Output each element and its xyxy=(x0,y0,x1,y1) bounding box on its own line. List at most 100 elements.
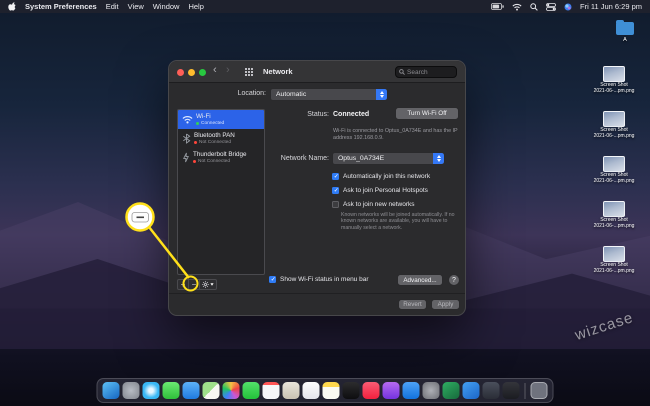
revert-button[interactable]: Revert xyxy=(398,299,427,310)
wifi-service-icon xyxy=(182,116,193,124)
desktop-file[interactable]: Screen Shot 2021-06-...pm.png xyxy=(594,66,634,94)
auto-join-checkbox-row[interactable]: Automatically join this network xyxy=(332,172,430,181)
dock-icon-podcasts[interactable] xyxy=(382,382,400,399)
status-dot-green xyxy=(196,122,199,125)
service-status: Not Connected xyxy=(194,140,235,145)
search-icon[interactable] xyxy=(530,2,538,11)
status-value: Connected xyxy=(333,111,370,118)
search-field-icon xyxy=(399,69,405,75)
status-dot-red xyxy=(194,141,197,144)
dock-icon-mail[interactable] xyxy=(182,382,200,399)
desktop-file[interactable]: Screen Shot 2021-06-...pm.png xyxy=(593,111,635,139)
control-center-icon[interactable] xyxy=(546,2,556,11)
dock-icon-finder[interactable] xyxy=(102,382,120,399)
dock-icon-music[interactable] xyxy=(362,382,380,399)
help-button[interactable]: ? xyxy=(448,274,460,286)
dock-icon-calendar[interactable] xyxy=(262,382,280,399)
screenshot-thumbnail[interactable] xyxy=(602,156,625,172)
minimize-button[interactable] xyxy=(188,68,195,76)
bluetooth-service-icon xyxy=(183,133,191,144)
dock-icon-vscode[interactable] xyxy=(462,382,480,399)
dock-icon-launchpad[interactable] xyxy=(122,382,140,399)
zoom-button[interactable] xyxy=(199,68,206,76)
dock-icon-github[interactable] xyxy=(482,382,500,399)
remove-service-button[interactable]: − xyxy=(189,280,200,289)
back-button[interactable]: ‹ xyxy=(213,64,217,76)
auto-join-checkbox[interactable] xyxy=(332,173,339,180)
search-input[interactable] xyxy=(407,68,451,76)
dropdown-chevrons-icon xyxy=(376,89,387,100)
battery-icon[interactable] xyxy=(491,3,504,10)
network-name-value: Optus_0A734E xyxy=(338,155,385,162)
menu-bar: System Preferences Edit View Window Help… xyxy=(0,0,650,13)
menu-item-system-preferences[interactable]: System Preferences xyxy=(25,2,97,11)
location-label: Location: xyxy=(237,90,266,97)
add-service-button[interactable]: + xyxy=(178,280,189,289)
dock-icon-terminal[interactable] xyxy=(502,382,520,399)
menu-bar-status-label: Show Wi-Fi status in menu bar xyxy=(280,276,369,283)
personal-hotspots-label: Ask to join Personal Hotspots xyxy=(343,187,428,194)
desktop-file[interactable]: Screen Shot 2021-06-...pm.png xyxy=(593,156,635,184)
menu-item-help[interactable]: Help xyxy=(188,2,203,11)
dock-icon-trash[interactable] xyxy=(530,382,548,399)
sidebar-item-wifi[interactable]: Wi-Fi Connected xyxy=(178,110,264,129)
siri-icon[interactable] xyxy=(564,3,572,11)
menu-item-window[interactable]: Window xyxy=(153,2,180,11)
location-dropdown[interactable]: Automatic xyxy=(270,88,388,101)
apple-menu-icon[interactable] xyxy=(8,2,16,11)
dock-icon-tv[interactable] xyxy=(342,382,360,399)
advanced-button[interactable]: Advanced... xyxy=(397,274,443,286)
menu-item-view[interactable]: View xyxy=(128,2,144,11)
dock-icon-notes[interactable] xyxy=(322,382,340,399)
auto-join-label: Automatically join this network xyxy=(343,173,431,180)
show-all-grid-icon[interactable] xyxy=(245,68,247,70)
thunderbolt-service-icon xyxy=(183,152,189,163)
dock-icon-app-store[interactable] xyxy=(402,382,420,399)
dock-icon-photos[interactable] xyxy=(222,382,240,399)
desktop-folder-icon[interactable] xyxy=(616,20,634,35)
screenshot-thumbnail[interactable] xyxy=(602,66,625,82)
dock-divider xyxy=(524,382,526,399)
connection-services-list: Wi-Fi Connected Bluetooth PAN Not Connec… xyxy=(177,109,265,275)
wifi-icon[interactable] xyxy=(512,3,522,11)
dock-icon-reminders[interactable] xyxy=(302,382,320,399)
forward-button[interactable]: › xyxy=(226,64,230,76)
personal-hotspots-checkbox[interactable] xyxy=(332,187,339,194)
window-title: Network xyxy=(263,67,293,76)
dock-icon-facetime[interactable] xyxy=(242,382,260,399)
personal-hotspots-checkbox-row[interactable]: Ask to join Personal Hotspots xyxy=(332,186,428,195)
dock-icon-contacts[interactable] xyxy=(282,382,300,399)
dock-icon-messages[interactable] xyxy=(162,382,180,399)
screenshot-thumbnail[interactable] xyxy=(602,246,625,262)
menu-item-edit[interactable]: Edit xyxy=(106,2,119,11)
new-networks-checkbox[interactable] xyxy=(332,201,339,208)
sidebar-item-bluetooth-pan[interactable]: Bluetooth PAN Not Connected xyxy=(178,129,264,148)
dock-icon-excel[interactable] xyxy=(442,382,460,399)
screenshot-thumbnail[interactable] xyxy=(602,201,625,217)
status-dot-red xyxy=(193,160,196,163)
window-toolbar: ‹ › Network xyxy=(169,61,465,83)
search-field[interactable] xyxy=(395,66,457,78)
apply-button[interactable]: Apply xyxy=(431,299,460,310)
dock-icon-maps[interactable] xyxy=(202,382,220,399)
dropdown-chevrons-icon xyxy=(433,153,444,164)
desktop-folder-label: A xyxy=(623,37,627,43)
file-label-line2: 2021-06-...pm.png xyxy=(593,178,635,184)
screenshot-thumbnail[interactable] xyxy=(602,111,625,127)
desktop-files: Screen Shot 2021-06-...pm.png Screen Shot 2… xyxy=(592,66,636,274)
turn-wifi-off-button[interactable]: Turn Wi-Fi Off xyxy=(395,107,459,120)
window-footer-divider xyxy=(169,293,465,294)
gear-icon xyxy=(202,281,209,288)
dock-icon-safari[interactable] xyxy=(142,382,160,399)
desktop-file[interactable]: Screen Shot 2021-06-...pm.png xyxy=(594,246,634,274)
network-name-dropdown[interactable]: Optus_0A734E xyxy=(332,152,445,165)
menu-bar-status-checkbox[interactable] xyxy=(269,276,276,283)
menu-bar-clock[interactable]: Fri 11 Jun 6:29 pm xyxy=(580,2,642,11)
service-action-menu-button[interactable] xyxy=(200,280,216,289)
new-networks-checkbox-row[interactable]: Ask to join new networks xyxy=(332,200,415,209)
desktop-file[interactable]: Screen Shot 2021-06-...pm.png xyxy=(594,201,634,229)
menu-bar-status-checkbox-row[interactable]: Show Wi-Fi status in menu bar xyxy=(269,275,369,284)
dock-icon-system-preferences[interactable] xyxy=(422,382,440,399)
file-label-line2: 2021-06-...pm.png xyxy=(593,133,635,139)
close-button[interactable] xyxy=(177,68,184,76)
